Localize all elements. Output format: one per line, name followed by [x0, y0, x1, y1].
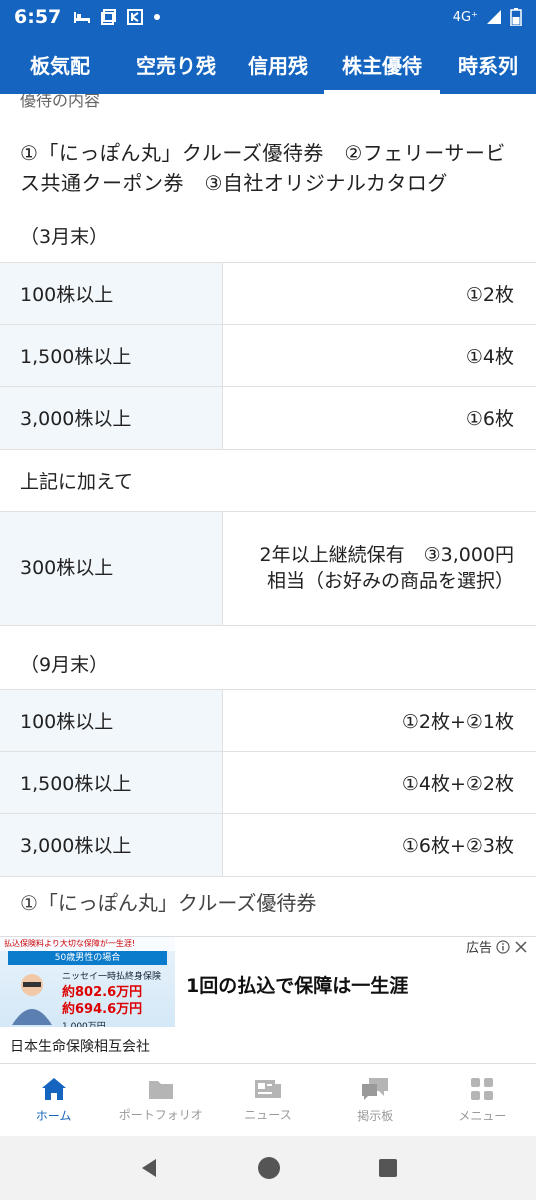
benefit-cell: ①6枚+②3枚 [222, 813, 536, 876]
status-bar: 6:57 4G⁺ [0, 0, 536, 34]
benefit-cell: ①2枚 [222, 262, 536, 325]
ad-line: 約802.6万円 [62, 985, 143, 1000]
shares-cell: 100株以上 [0, 689, 223, 752]
nav-home[interactable]: ホーム [0, 1064, 107, 1136]
table-row: 3,000株以上 ①6枚 [0, 386, 536, 449]
tab-short-selling[interactable]: 空売り残 [120, 34, 232, 94]
battery-icon [510, 8, 522, 26]
tab-bar: 板気配 空売り残 信用残 株主優待 時系列 [0, 34, 536, 94]
shares-cell: 3,000株以上 [0, 386, 223, 449]
ad-image-top: 払込保険料より大切な保障が一生涯! [0, 937, 175, 951]
benefit-cell: ①6枚 [222, 386, 536, 449]
benefit-cell: ①2枚+②1枚 [222, 689, 536, 752]
table-row: 300株以上 2年以上継続保有 ③3,000円相当（お好みの商品を選択） [0, 510, 536, 625]
cut-off-text: ①「にっぽん丸」クルーズ優待券 [0, 875, 536, 916]
ad-sponsor[interactable]: 日本生命保険相互会社 [0, 1028, 536, 1064]
benefit-cell: ①4枚 [222, 324, 536, 387]
chat-icon [362, 1077, 389, 1100]
folder-icon [148, 1080, 173, 1099]
nav-news[interactable]: ニュース [214, 1064, 321, 1136]
nav-label: ホーム [35, 1108, 72, 1123]
benefit-table-march: 100株以上 ①2枚 1,500株以上 ①4枚 3,000株以上 ①6枚 [0, 262, 536, 449]
close-icon[interactable] [514, 940, 528, 954]
news-icon [255, 1079, 281, 1098]
nav-label: メニュー [458, 1108, 507, 1123]
nav-portfolio[interactable]: ポートフォリオ [107, 1064, 214, 1136]
tab-time-series[interactable]: 時系列 [440, 34, 536, 94]
nav-label: ポートフォリオ [118, 1107, 203, 1122]
bed-icon [74, 12, 91, 23]
tab-board[interactable]: 板気配 [0, 34, 120, 94]
table-row: 1,500株以上 ①4枚+②2枚 [0, 751, 536, 814]
benefit-cell: 2年以上継続保有 ③3,000円相当（お好みの商品を選択） [222, 510, 536, 625]
ad-image[interactable]: 払込保険料より大切な保障が一生涯! 50歳男性の場合 ニッセイ一時払終身保険 約… [0, 937, 175, 1027]
ad-image-numbers: ニッセイ一時払終身保険 約802.6万円 約694.6万円 1,000万円 [62, 969, 161, 1027]
tab-margin[interactable]: 信用残 [232, 34, 324, 94]
system-navigation-bar [0, 1136, 536, 1200]
ad-image-bar: 50歳男性の場合 [8, 951, 167, 965]
home-icon [41, 1077, 66, 1100]
bottom-navigation: ホーム ポートフォリオ ニュース 掲示板 メニュー [0, 1064, 536, 1136]
shares-cell: 300株以上 [0, 510, 223, 625]
status-right: 4G⁺ [453, 8, 522, 26]
shares-cell: 100株以上 [0, 262, 223, 325]
ad-label: 広告 [465, 941, 492, 956]
ad-line: ニッセイ一時払終身保険 [62, 972, 162, 982]
table-row: 100株以上 ①2枚+②1枚 [0, 689, 536, 752]
main-content[interactable]: 優待の内容 ①「にっぽん丸」クルーズ優待券 ②フェリーサービス共通クーポン券 ③… [0, 94, 536, 936]
tab-shareholder-benefits[interactable]: 株主優待 [324, 34, 440, 94]
section-title: 優待の内容 [20, 94, 101, 110]
window-icon [101, 9, 117, 25]
benefit-table-september: 100株以上 ①2枚+②1枚 1,500株以上 ①4枚+②2枚 3,000株以上… [0, 689, 536, 876]
nav-label: 掲示板 [357, 1108, 394, 1123]
table-row: 100株以上 ①2枚 [0, 262, 536, 325]
period-september: （9月末） [0, 625, 536, 689]
ad-title[interactable]: 1回の払込で保障は一生涯 [186, 971, 408, 998]
status-icons [73, 9, 161, 25]
ad-line: 約694.6万円 [62, 1002, 143, 1017]
recents-icon[interactable] [378, 1158, 398, 1178]
signal-icon [487, 10, 501, 24]
info-icon[interactable] [496, 939, 510, 954]
back-icon[interactable] [138, 1157, 160, 1179]
grid-icon [471, 1077, 494, 1100]
app-icon [127, 9, 144, 25]
home-circle-icon[interactable] [257, 1156, 281, 1180]
shares-cell: 3,000株以上 [0, 813, 223, 876]
ad-label-group[interactable]: 広告 [466, 937, 528, 956]
person-icon [12, 974, 52, 1025]
network-label: 4G⁺ [452, 9, 478, 25]
nav-label: ニュース [244, 1107, 292, 1122]
benefit-cell: ①4枚+②2枚 [222, 751, 536, 814]
table-row: 1,500株以上 ①4枚 [0, 324, 536, 387]
shares-cell: 1,500株以上 [0, 324, 223, 387]
nav-board[interactable]: 掲示板 [322, 1064, 429, 1136]
period-march: （3月末） [20, 226, 109, 248]
benefit-table-extra: 300株以上 2年以上継続保有 ③3,000円相当（お好みの商品を選択） [0, 510, 536, 625]
ad-banner[interactable]: 払込保険料より大切な保障が一生涯! 50歳男性の場合 ニッセイ一時払終身保険 約… [0, 936, 536, 1028]
ad-line: 1,000万円 [62, 1022, 106, 1027]
dot-icon [154, 14, 161, 20]
status-time: 6:57 [14, 6, 62, 28]
shares-cell: 1,500株以上 [0, 751, 223, 814]
nav-menu[interactable]: メニュー [429, 1064, 536, 1136]
additional-note: 上記に加えて [0, 448, 536, 511]
table-row: 3,000株以上 ①6枚+②3枚 [0, 813, 536, 876]
benefit-description: ①「にっぽん丸」クルーズ優待券 ②フェリーサービス共通クーポン券 ③自社オリジナ… [20, 141, 506, 195]
